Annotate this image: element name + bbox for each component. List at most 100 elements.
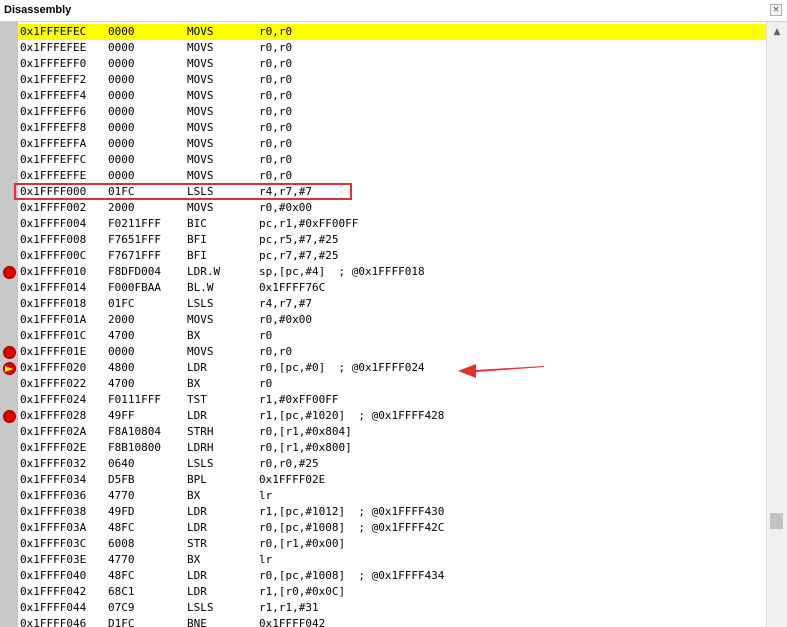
address-cell: 0x1FFFF002 [20,201,87,214]
address-cell: 0x1FFFF046 [20,617,87,627]
disassembly-row[interactable]: 0x1FFFF01C 4700 BX r0 [18,328,766,344]
disassembly-row[interactable]: 0x1FFFF03A 48FC LDR r0,[pc,#1008] ; @0x1FFF… [18,520,766,536]
title-bar: Disassembly × [0,0,787,22]
disassembly-row[interactable]: 0x1FFFF03E 4770 BX lr [18,552,766,568]
address-cell: 0x1FFFEFF0 [20,57,87,70]
mnemonic-cell: MOVS [187,153,214,166]
operands-cell: r0,r0,#25 [259,457,319,470]
address-cell: 0x1FFFEFFA [20,137,87,150]
disassembly-row[interactable]: 0x1FFFF02A F8A10804 STRH r0,[r1,#0x804] [18,424,766,440]
operands-cell: r0,r0 [259,137,293,150]
address-cell: 0x1FFFEFF8 [20,121,87,134]
disassembly-row[interactable]: 0x1FFFF02E F8B10800 LDRH r0,[r1,#0x800] [18,440,766,456]
disassembly-row[interactable]: 0x1FFFEFFC 0000 MOVS r0,r0 [18,152,766,168]
mnemonic-cell: LDRH [187,441,214,454]
disassembly-row[interactable]: 0x1FFFF008 F7651FFF BFI pc,r5,#7,#25 [18,232,766,248]
breakpoint-icon[interactable] [3,346,16,359]
address-cell: 0x1FFFF038 [20,505,87,518]
operands-cell: pc,r1,#0xFF00FF [259,217,359,230]
opcode-cell: 4700 [108,377,135,390]
opcode-cell: 48FC [108,521,135,534]
mnemonic-cell: LSLS [187,185,214,198]
disassembly-row[interactable]: 0x1FFFF038 49FD LDR r1,[pc,#1012] ; @0x1FFF… [18,504,766,520]
disassembly-row[interactable]: 0x1FFFF022 4700 BX r0 [18,376,766,392]
operands-cell: r0,r0 [259,57,293,70]
operands-cell: r1,[pc,#1012] ; @0x1FFFF430 [259,505,445,518]
disassembly-row[interactable]: 0x1FFFF034 D5FB BPL 0x1FFFF02E [18,472,766,488]
disassembly-row[interactable]: 0x1FFFEFF6 0000 MOVS r0,r0 [18,104,766,120]
opcode-cell: F8DFD004 [108,265,161,278]
opcode-cell: 0640 [108,457,135,470]
disassembly-row[interactable]: 0x1FFFF010 F8DFD004 LDR.W sp,[pc,#4] ; @0x1… [18,264,766,280]
disassembly-row[interactable]: 0x1FFFF002 2000 MOVS r0,#0x00 [18,200,766,216]
mnemonic-cell: TST [187,393,207,406]
operands-cell: r0,[pc,#1008] ; @0x1FFFF434 [259,569,445,582]
disassembly-row[interactable]: 0x1FFFF018 01FC LSLS r4,r7,#7 [18,296,766,312]
breakpoint-icon[interactable] [3,410,16,423]
mnemonic-cell: BNE [187,617,207,627]
address-cell: 0x1FFFF040 [20,569,87,582]
operands-cell: r1,[pc,#1020] ; @0x1FFFF428 [259,409,445,422]
breakpoint-gutter[interactable] [0,22,18,627]
breakpoint-icon[interactable] [3,266,16,279]
current-pc-arrow-icon[interactable] [3,362,16,375]
disassembly-row[interactable]: 0x1FFFF01E 0000 MOVS r0,r0 [18,344,766,360]
address-cell: 0x1FFFF032 [20,457,87,470]
operands-cell: r0,r0 [259,121,293,134]
vertical-scrollbar[interactable]: ▲ [766,22,787,627]
disassembly-row[interactable]: 0x1FFFEFF0 0000 MOVS r0,r0 [18,56,766,72]
address-cell: 0x1FFFF03E [20,553,87,566]
address-cell: 0x1FFFF010 [20,265,87,278]
disassembly-row[interactable]: 0x1FFFF028 49FF LDR r1,[pc,#1020] ; @0x1FFF… [18,408,766,424]
mnemonic-cell: MOVS [187,73,214,86]
disassembly-row[interactable]: 0x1FFFF004 F0211FFF BIC pc,r1,#0xFF00FF [18,216,766,232]
opcode-cell: 4770 [108,489,135,502]
disassembly-row[interactable]: 0x1FFFF024 F0111FFF TST r1,#0xFF00FF [18,392,766,408]
disassembly-row[interactable]: 0x1FFFEFFE 0000 MOVS r0,r0 [18,168,766,184]
scroll-up-arrow-icon[interactable]: ▲ [767,22,787,42]
disassembly-listing[interactable]: 0x1FFFEFEC 0000 MOVS r0,r0 0x1FFFEFEE 0000 MOV… [18,22,766,627]
address-cell: 0x1FFFF020 [20,361,87,374]
operands-cell: r0,r0 [259,25,293,38]
operands-cell: r1,[r0,#0x0C] [259,585,346,598]
disassembly-row[interactable]: 0x1FFFF046 D1FC BNE 0x1FFFF042 [18,616,766,627]
address-cell: 0x1FFFF01A [20,313,87,326]
operands-cell: pc,r7,#7,#25 [259,249,339,262]
operands-cell: 0x1FFFF02E [259,473,326,486]
mnemonic-cell: LSLS [187,601,214,614]
opcode-cell: F7651FFF [108,233,161,246]
disassembly-row[interactable]: 0x1FFFF01A 2000 MOVS r0,#0x00 [18,312,766,328]
disassembly-row[interactable]: 0x1FFFF036 4770 BX lr [18,488,766,504]
disassembly-row[interactable]: 0x1FFFF040 48FC LDR r0,[pc,#1008] ; @0x1FFF… [18,568,766,584]
opcode-cell: 0000 [108,89,135,102]
disassembly-window: Disassembly × 0x1FFFEFEC 0000 MOVS r0,r0 0x1… [0,0,787,627]
disassembly-row[interactable]: 0x1FFFEFEE 0000 MOVS r0,r0 [18,40,766,56]
disassembly-row[interactable]: 0x1FFFF00C F7671FFF BFI pc,r7,#7,#25 [18,248,766,264]
opcode-cell: 0000 [108,345,135,358]
disassembly-row[interactable]: 0x1FFFEFF2 0000 MOVS r0,r0 [18,72,766,88]
opcode-cell: 07C9 [108,601,135,614]
address-cell: 0x1FFFF024 [20,393,87,406]
mnemonic-cell: LDR [187,409,207,422]
disassembly-row[interactable]: 0x1FFFF03C 6008 STR r0,[r1,#0x00] [18,536,766,552]
mnemonic-cell: STRH [187,425,214,438]
disassembly-row[interactable]: 0x1FFFF032 0640 LSLS r0,r0,#25 [18,456,766,472]
address-cell: 0x1FFFF042 [20,585,87,598]
disassembly-row[interactable]: 0x1FFFEFEC 0000 MOVS r0,r0 [18,24,766,40]
disassembly-row[interactable]: 0x1FFFEFF4 0000 MOVS r0,r0 [18,88,766,104]
scroll-thumb[interactable] [770,513,783,529]
disassembly-row[interactable]: 0x1FFFEFFA 0000 MOVS r0,r0 [18,136,766,152]
disassembly-row[interactable]: 0x1FFFEFF8 0000 MOVS r0,r0 [18,120,766,136]
close-icon[interactable]: × [770,4,782,16]
address-cell: 0x1FFFF02A [20,425,87,438]
opcode-cell: 4770 [108,553,135,566]
disassembly-row[interactable]: 0x1FFFF014 F000FBAA BL.W 0x1FFFF76C [18,280,766,296]
disassembly-row[interactable]: 0x1FFFF020 4800 LDR r0,[pc,#0] ; @0x1FFFF02… [18,360,766,376]
mnemonic-cell: LDR [187,505,207,518]
mnemonic-cell: BX [187,329,201,342]
disassembly-row[interactable]: 0x1FFFF044 07C9 LSLS r1,r1,#31 [18,600,766,616]
disassembly-row[interactable]: 0x1FFFF000 01FC LSLS r4,r7,#7 [18,184,766,200]
opcode-cell: 0000 [108,25,135,38]
disassembly-row[interactable]: 0x1FFFF042 68C1 LDR r1,[r0,#0x0C] [18,584,766,600]
mnemonic-cell: BX [187,489,201,502]
